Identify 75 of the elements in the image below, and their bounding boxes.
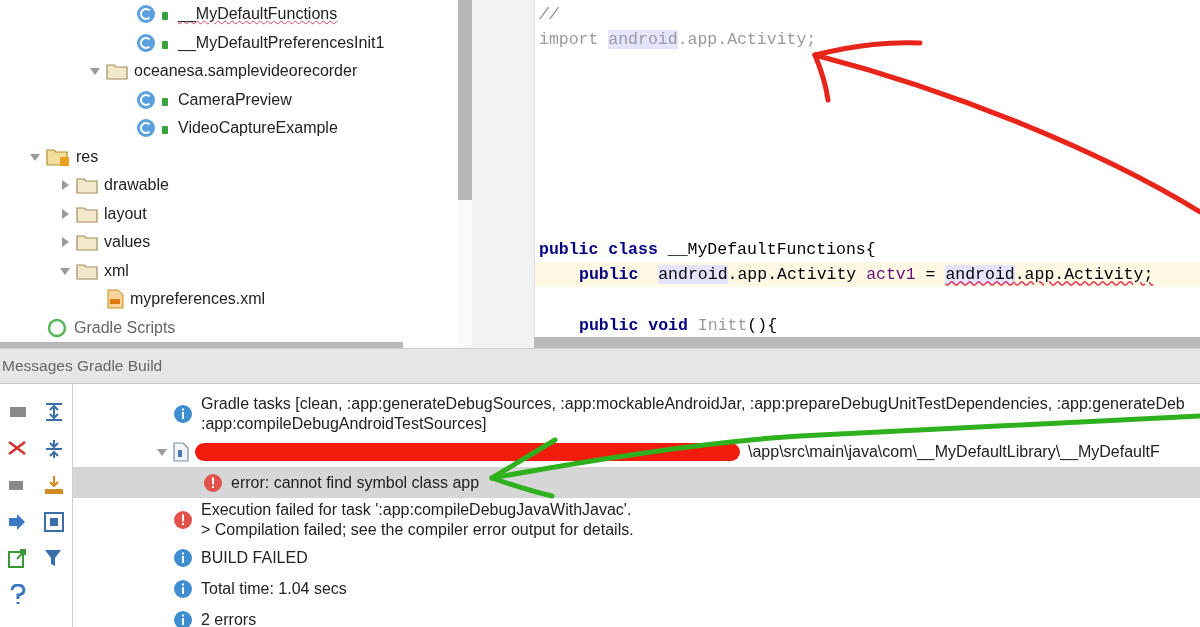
tree-item[interactable]: oceanesa.samplevideorecorder [134,62,358,81]
tree-item[interactable]: __MyDefaultFunctions [178,5,338,24]
gradle-icon [46,317,68,338]
expanded-arrow-icon[interactable] [157,446,167,457]
message-text: Execution failed for task ':app:compileDebugJavaWithJavac'. [201,500,633,520]
code-token: .app.Activity; [677,30,817,50]
message-text: BUILD FAILED [201,547,308,568]
error-icon [173,510,193,530]
scrollbar-thumb[interactable] [458,0,472,200]
code-token: android [658,265,728,285]
message-row[interactable]: Execution failed for task ':app:compileDebugJavaWithJavac'. > Compilation failed; see the compiler error output for details. [73,498,1200,542]
collapsed-arrow-icon[interactable] [60,180,70,191]
message-text: 2 errors [201,609,257,627]
tool-window-tabs[interactable]: Messages Gradle Build [2,357,163,375]
download-icon[interactable] [43,474,65,497]
message-text: > Compilation failed; see the compiler error output for details. [201,520,634,540]
error-icon [203,472,223,493]
horizontal-scrollbar[interactable] [0,342,403,348]
expanded-arrow-icon[interactable] [60,265,70,276]
horizontal-scrollbar[interactable] [534,337,1200,348]
code-token: // [539,5,559,25]
file-icon [173,441,189,462]
message-text: :app:compileDebugAndroidTestSources] [201,414,488,434]
export-icon[interactable] [7,547,29,570]
expanded-arrow-icon[interactable] [90,66,100,77]
collapse-all-icon[interactable] [43,437,65,460]
tree-item[interactable]: layout [104,204,147,223]
message-row[interactable]: BUILD FAILED [73,542,1200,573]
code-token: __MyDefaultFunctions{ [666,239,876,259]
tree-item[interactable]: values [104,233,151,252]
code-token: public void [579,315,689,335]
tree-item[interactable]: res [76,147,99,166]
code-token: .app.Activity; [1014,265,1154,285]
code-token: Initt [697,315,748,335]
tree-item[interactable]: __MyDefaultPreferencesInit1 [178,33,385,52]
message-row[interactable]: Gradle tasks [clean, :app:generateDebugSources, :app:mockableAndroidJar, :app:prepareDebugUnitTestDependencies, :app:generateDeb :app:compileDebugAndroidTestSources] [73,392,1200,436]
message-text: Total time: 1.04 secs [201,578,347,599]
folder-icon [76,261,98,280]
folder-icon [46,146,70,167]
tree-item[interactable]: xml [104,261,129,280]
code-token: public class [539,239,658,259]
tree-item[interactable]: drawable [104,176,169,195]
panel-icon[interactable] [43,510,65,533]
info-icon [173,578,193,599]
code-token: android [608,30,678,50]
folder-icon [76,204,98,223]
code-token: public [579,265,640,285]
message-row[interactable]: 2 errors [73,604,1200,627]
folder-icon [106,62,128,81]
collapsed-arrow-icon[interactable] [60,208,70,219]
message-row[interactable]: error: cannot find symbol class app [73,467,1200,498]
info-icon [173,547,193,568]
code-token: actv1 [866,265,916,285]
message-text: Gradle tasks [clean, :app:generateDebugSources, :app:mockableAndroidJar, :app:prepareDebugUnitTestDependencies, :app:generateDeb [201,394,1185,414]
code-token: import [539,30,600,50]
tree-item[interactable]: VideoCaptureExample [178,119,338,138]
message-text: error: cannot find symbol class app [231,472,480,493]
code-token: (){ [747,315,778,335]
xml-file-icon [106,289,124,310]
code-token: .app.Activity [727,265,858,285]
info-icon [173,609,193,627]
message-row[interactable]: Total time: 1.04 secs [73,573,1200,604]
tree-item[interactable]: Gradle Scripts [74,318,176,337]
code-token: android [945,265,1015,285]
message-row[interactable]: \app\src\main\java\com\__MyDefaultLibrary\__MyDefaultF [73,436,1200,467]
tree-item[interactable]: CameraPreview [178,90,292,109]
folder-icon [76,233,98,252]
tree-item[interactable]: mypreferences.xml [130,290,266,309]
code-token: = [924,265,937,285]
expanded-arrow-icon[interactable] [30,151,40,162]
expand-all-icon[interactable] [43,401,65,424]
info-icon [173,404,193,424]
message-text: \app\src\main\java\com\__MyDefaultLibrary\__MyDefaultF [748,441,1160,462]
collapsed-arrow-icon[interactable] [60,237,70,248]
folder-icon [76,176,98,195]
